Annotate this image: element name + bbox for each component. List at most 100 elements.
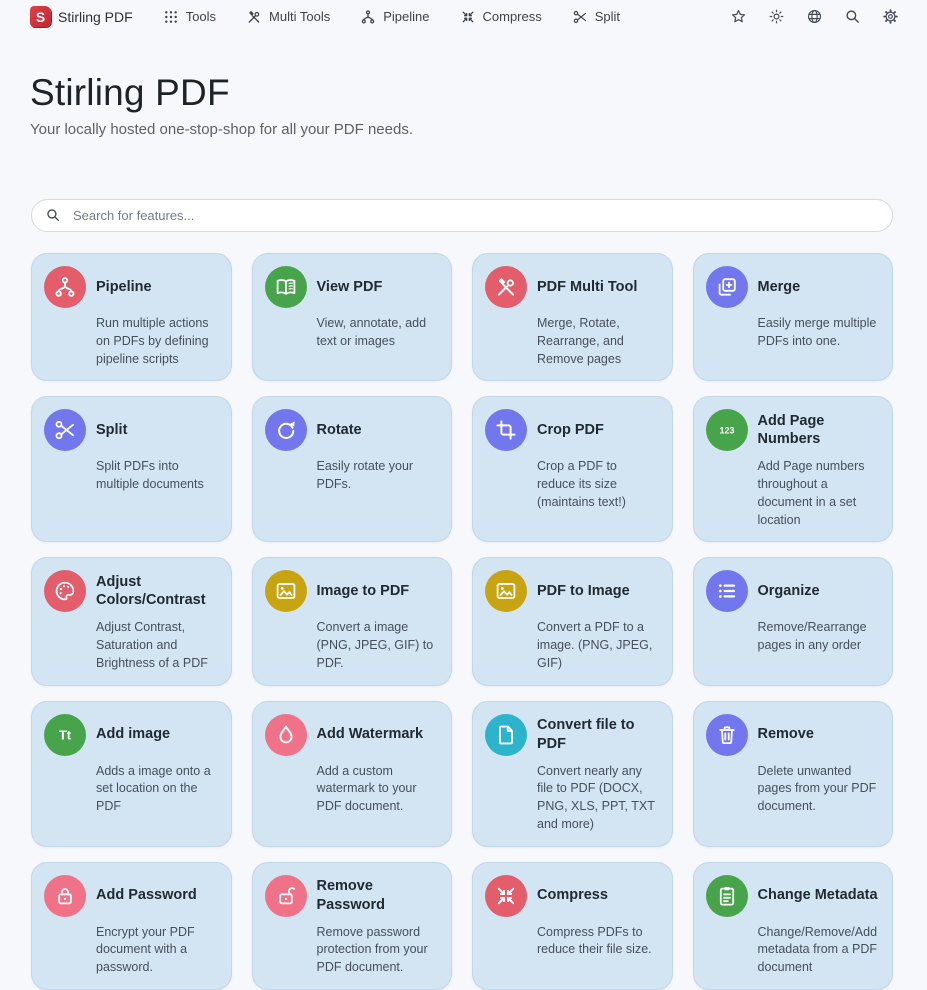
tool-card-description: Change/Remove/Add metadata from a PDF do… bbox=[758, 924, 880, 977]
droplet-icon bbox=[265, 714, 307, 756]
tool-card-description: Add a custom watermark to your PDF docum… bbox=[317, 763, 439, 816]
tool-card-description: Delete unwanted pages from your PDF docu… bbox=[758, 763, 880, 816]
tool-card-pdf-to-image[interactable]: PDF to Image Convert a PDF to a image. (… bbox=[472, 557, 673, 685]
scissors-icon bbox=[44, 409, 86, 451]
tool-card-description: Compress PDFs to reduce their file size. bbox=[537, 924, 659, 960]
nav-item-label: Multi Tools bbox=[269, 9, 330, 24]
tool-card-rotate[interactable]: Rotate Easily rotate your PDFs. bbox=[252, 396, 453, 542]
tool-card-pdf-multi-tool[interactable]: PDF Multi Tool Merge, Rotate, Rearrange,… bbox=[472, 253, 673, 381]
brand-home-link[interactable]: S Stirling PDF bbox=[30, 6, 133, 27]
clipboard-icon bbox=[706, 875, 748, 917]
language-button[interactable] bbox=[806, 8, 823, 25]
page-header: Stirling PDF Your locally hosted one-sto… bbox=[0, 33, 927, 138]
nav-menu: Tools Multi Tools Pipeline Compress Spli… bbox=[163, 9, 620, 25]
pipeline-icon bbox=[44, 266, 86, 308]
nav-item-multi-tools[interactable]: Multi Tools bbox=[246, 9, 330, 25]
tool-card-description: Add Page numbers throughout a document i… bbox=[758, 458, 880, 529]
nav-item-label: Tools bbox=[186, 9, 216, 24]
page-title: Stirling PDF bbox=[30, 72, 893, 114]
tool-card-title: Remove bbox=[758, 725, 814, 743]
tool-card-add-page-numbers[interactable]: 123 Add Page Numbers Add Page numbers th… bbox=[693, 396, 894, 542]
tool-card-title: Pipeline bbox=[96, 278, 152, 296]
image-icon bbox=[265, 570, 307, 612]
tool-card-title: Adjust Colors/Contrast bbox=[96, 573, 218, 609]
tool-card-title: Merge bbox=[758, 278, 801, 296]
tool-card-title: Compress bbox=[537, 886, 608, 904]
nav-item-compress[interactable]: Compress bbox=[460, 9, 542, 25]
tool-card-adjust-colors-contrast[interactable]: Adjust Colors/Contrast Adjust Contrast, … bbox=[31, 557, 232, 685]
tool-card-description: Adds a image onto a set location on the … bbox=[96, 763, 218, 816]
compress-icon bbox=[485, 875, 527, 917]
tool-card-remove-password[interactable]: Remove Password Remove password protecti… bbox=[252, 862, 453, 990]
search-button[interactable] bbox=[844, 8, 861, 25]
nav-item-label: Compress bbox=[483, 9, 542, 24]
tools-icon bbox=[246, 9, 262, 25]
nav-item-label: Split bbox=[595, 9, 620, 24]
tool-card-description: Crop a PDF to reduce its size (maintains… bbox=[537, 458, 659, 511]
tool-card-title: PDF to Image bbox=[537, 582, 630, 600]
tool-card-pipeline[interactable]: Pipeline Run multiple actions on PDFs by… bbox=[31, 253, 232, 381]
tool-card-compress[interactable]: Compress Compress PDFs to reduce their f… bbox=[472, 862, 673, 990]
tool-card-title: Add Password bbox=[96, 886, 197, 904]
tool-card-split[interactable]: Split Split PDFs into multiple documents bbox=[31, 396, 232, 542]
tool-card-title: Split bbox=[96, 421, 127, 439]
tool-card-description: Remove/Rearrange pages in any order bbox=[758, 619, 880, 655]
tool-card-add-watermark[interactable]: Add Watermark Add a custom watermark to … bbox=[252, 701, 453, 847]
lock-icon bbox=[44, 875, 86, 917]
tools-icon bbox=[485, 266, 527, 308]
tool-card-description: View, annotate, add text or images bbox=[317, 315, 439, 351]
stirling-logo-icon: S bbox=[30, 6, 51, 27]
tool-card-title: Image to PDF bbox=[317, 582, 410, 600]
nav-actions bbox=[730, 8, 899, 25]
tool-card-title: Add image bbox=[96, 725, 170, 743]
tool-card-description: Split PDFs into multiple documents bbox=[96, 458, 218, 494]
tool-card-description: Run multiple actions on PDFs by defining… bbox=[96, 315, 218, 368]
tool-card-description: Easily merge multiple PDFs into one. bbox=[758, 315, 880, 351]
tool-card-remove[interactable]: Remove Delete unwanted pages from your P… bbox=[693, 701, 894, 847]
tool-card-title: Organize bbox=[758, 582, 820, 600]
tool-card-view-pdf[interactable]: View PDF View, annotate, add text or ima… bbox=[252, 253, 453, 381]
tool-card-description: Adjust Contrast, Saturation and Brightne… bbox=[96, 619, 218, 672]
book-icon bbox=[265, 266, 307, 308]
theme-toggle-button[interactable] bbox=[768, 8, 785, 25]
tool-card-crop-pdf[interactable]: Crop PDF Crop a PDF to reduce its size (… bbox=[472, 396, 673, 542]
tool-card-title: Change Metadata bbox=[758, 886, 878, 904]
tool-card-title: Add Watermark bbox=[317, 725, 424, 743]
page-subtitle: Your locally hosted one-stop-shop for al… bbox=[30, 121, 893, 138]
tool-card-organize[interactable]: Organize Remove/Rearrange pages in any o… bbox=[693, 557, 894, 685]
feature-search bbox=[31, 199, 893, 232]
list-icon bbox=[706, 570, 748, 612]
nav-item-tools[interactable]: Tools bbox=[163, 9, 216, 25]
nav-item-label: Pipeline bbox=[383, 9, 429, 24]
crop-icon bbox=[485, 409, 527, 451]
rotate-icon bbox=[265, 409, 307, 451]
unlock-icon bbox=[265, 875, 307, 917]
palette-icon bbox=[44, 570, 86, 612]
trash-icon bbox=[706, 714, 748, 756]
tool-card-convert-file-to-pdf[interactable]: Convert file to PDF Convert nearly any f… bbox=[472, 701, 673, 847]
nav-item-pipeline[interactable]: Pipeline bbox=[360, 9, 429, 25]
settings-button[interactable] bbox=[882, 8, 899, 25]
tool-card-add-image[interactable]: Tt Add image Adds a image onto a set loc… bbox=[31, 701, 232, 847]
tool-card-description: Convert nearly any file to PDF (DOCX, PN… bbox=[537, 763, 659, 834]
favorites-button[interactable] bbox=[730, 8, 747, 25]
top-navbar: S Stirling PDF Tools Multi Tools Pipelin… bbox=[0, 0, 927, 33]
tool-card-change-metadata[interactable]: Change Metadata Change/Remove/Add metada… bbox=[693, 862, 894, 990]
tool-card-title: Add Page Numbers bbox=[758, 412, 880, 448]
tool-card-description: Encrypt your PDF document with a passwor… bbox=[96, 924, 218, 977]
num123-icon: 123 bbox=[706, 409, 748, 451]
nav-item-split[interactable]: Split bbox=[572, 9, 620, 25]
svg-text:123: 123 bbox=[719, 426, 734, 436]
tool-card-merge[interactable]: Merge Easily merge multiple PDFs into on… bbox=[693, 253, 894, 381]
tool-card-description: Easily rotate your PDFs. bbox=[317, 458, 439, 494]
tool-card-title: Rotate bbox=[317, 421, 362, 439]
tool-card-add-password[interactable]: Add Password Encrypt your PDF document w… bbox=[31, 862, 232, 990]
tool-card-title: Remove Password bbox=[317, 877, 439, 913]
tool-card-title: Crop PDF bbox=[537, 421, 604, 439]
tool-card-image-to-pdf[interactable]: Image to PDF Convert a image (PNG, JPEG,… bbox=[252, 557, 453, 685]
search-input[interactable] bbox=[31, 199, 893, 232]
grid-icon bbox=[163, 9, 179, 25]
tool-card-title: View PDF bbox=[317, 278, 383, 296]
tool-card-title: Convert file to PDF bbox=[537, 716, 659, 752]
file-icon bbox=[485, 714, 527, 756]
